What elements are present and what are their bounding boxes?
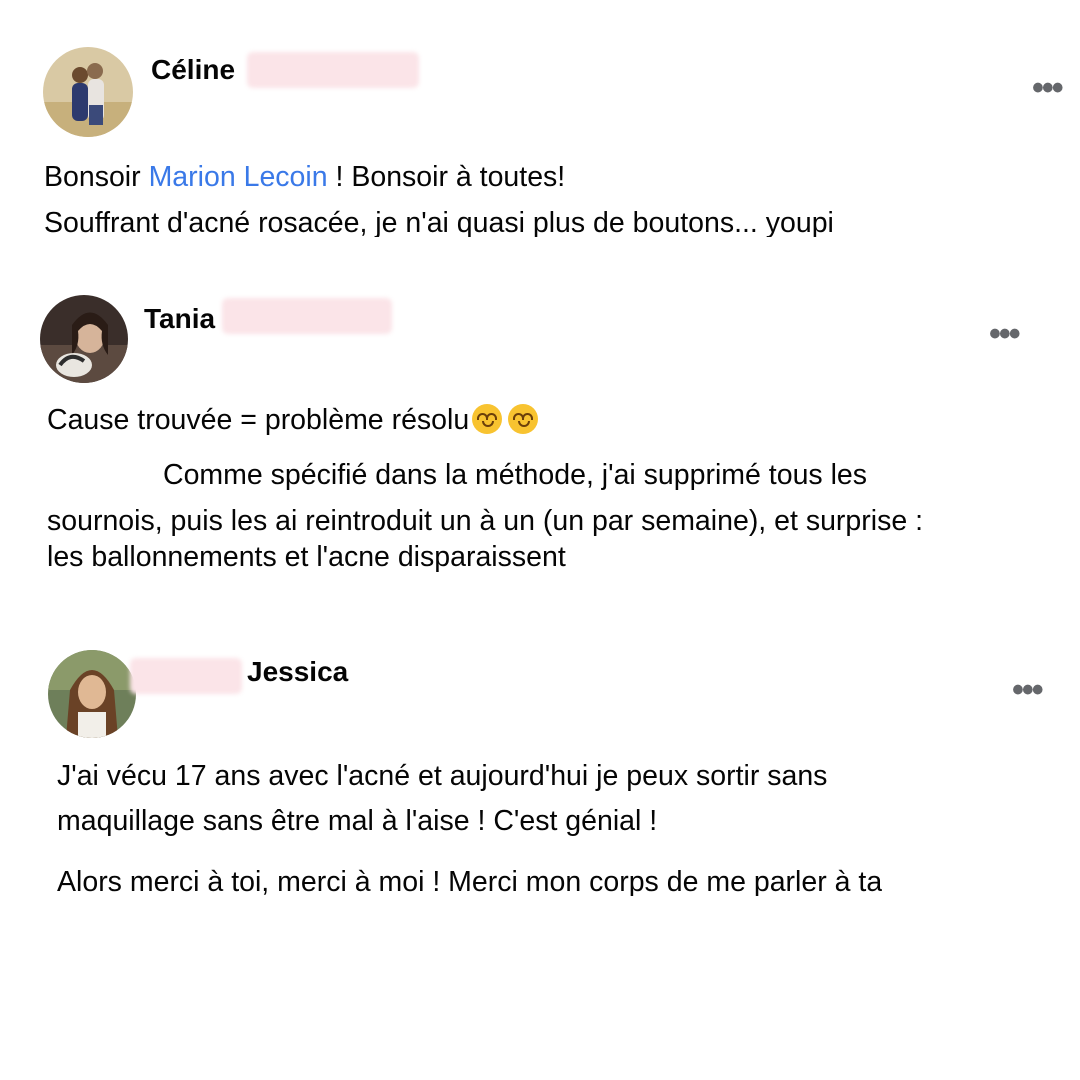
comment-line-2: maquillage sans être mal à l'aise ! C'es… <box>57 805 658 837</box>
redacted-surname <box>247 52 419 88</box>
redacted-surname <box>222 298 392 334</box>
comment-line-2: Comme spécifié dans la méthode, j'ai sup… <box>163 459 868 491</box>
avatar[interactable] <box>40 295 128 383</box>
upside-down-face-emoji <box>472 404 503 434</box>
comment-text: ! Bonsoir à toutes! <box>327 161 566 193</box>
comment-text: Bonsoir <box>44 161 149 193</box>
comment-line-3: sournois, puis les ai reintroduit un à u… <box>47 505 924 537</box>
mention-link[interactable]: Marion Lecoin <box>149 161 328 193</box>
more-options-icon[interactable]: ••• <box>1032 71 1064 105</box>
avatar-photo <box>40 295 128 383</box>
comment-line-1: Cause trouvée = problème résolu <box>47 400 539 440</box>
author-name[interactable]: Jessica <box>247 655 348 689</box>
avatar[interactable] <box>48 650 136 738</box>
author-name[interactable]: Céline <box>151 53 235 87</box>
avatar[interactable] <box>43 47 133 137</box>
comment-text: Cause trouvée = problème résolu <box>47 404 470 436</box>
comment-celine: Céline ••• Bonsoir Marion Lecoin ! Bonso… <box>0 0 1080 260</box>
more-options-icon[interactable]: ••• <box>1012 673 1044 707</box>
comment-line-1: J'ai vécu 17 ans avec l'acné et aujourd'… <box>57 760 828 792</box>
comment-line-3: Alors merci à toi, merci à moi ! Merci m… <box>57 866 883 896</box>
comment-line-4: les ballonnements et l'acne disparaissen… <box>47 541 566 573</box>
avatar-photo <box>48 650 136 738</box>
more-options-icon[interactable]: ••• <box>989 317 1021 351</box>
comment-tania: Tania ••• Cause trouvée = problème résol… <box>0 290 1080 590</box>
upside-down-face-emoji <box>508 404 539 434</box>
comment-line-1: Bonsoir Marion Lecoin ! Bonsoir à toutes… <box>44 157 565 197</box>
avatar-photo <box>43 47 133 137</box>
comment-jessica: Jessica ••• J'ai vécu 17 ans avec l'acné… <box>0 640 1080 900</box>
comment-line-2: Souffrant d'acné rosacée, je n'ai quasi … <box>44 207 834 237</box>
redacted-surname <box>130 658 242 694</box>
author-name[interactable]: Tania <box>144 302 215 336</box>
